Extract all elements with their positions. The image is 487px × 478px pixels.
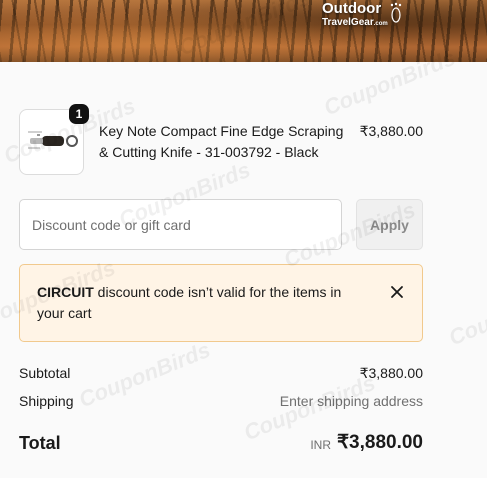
discount-error-alert: CIRCUIT discount code isn’t valid for th…: [19, 264, 423, 342]
total-value: ₹3,880.00: [336, 432, 423, 453]
subtotal-row: Subtotal ₹3,880.00: [19, 365, 423, 382]
total-label: Total: [19, 433, 61, 453]
alert-message: CIRCUIT discount code isn’t valid for th…: [37, 282, 367, 324]
quantity-badge: 1: [69, 104, 89, 124]
shipping-value: Enter shipping address: [279, 393, 423, 409]
brand-name-top: Outdoor: [322, 0, 382, 17]
header-banner: [0, 0, 487, 62]
discount-code-name: CIRCUIT: [37, 284, 94, 300]
shipping-row: Shipping Enter shipping address: [19, 393, 423, 409]
close-icon[interactable]: [386, 281, 408, 303]
total-currency: INR: [310, 438, 331, 452]
subtotal-value: ₹3,880.00: [359, 365, 423, 381]
cart-line-item: 1 Key Note Compact Fine Edge Scraping & …: [19, 104, 423, 175]
brand-name-bottom: TravelGear.com: [322, 17, 388, 28]
apply-discount-button[interactable]: Apply: [356, 199, 423, 250]
shipping-label: Shipping: [19, 393, 74, 409]
product-name: Key Note Compact Fine Edge Scraping & Cu…: [99, 123, 344, 160]
brand-logo[interactable]: Outdoor TravelGear.com: [322, 1, 388, 28]
subtotal-label: Subtotal: [19, 365, 71, 381]
discount-code-input[interactable]: [19, 199, 342, 250]
watermark: CouponBirds: [445, 274, 487, 351]
footprint-logo-icon: [390, 2, 402, 23]
product-price: ₹3,880.00: [359, 123, 423, 139]
